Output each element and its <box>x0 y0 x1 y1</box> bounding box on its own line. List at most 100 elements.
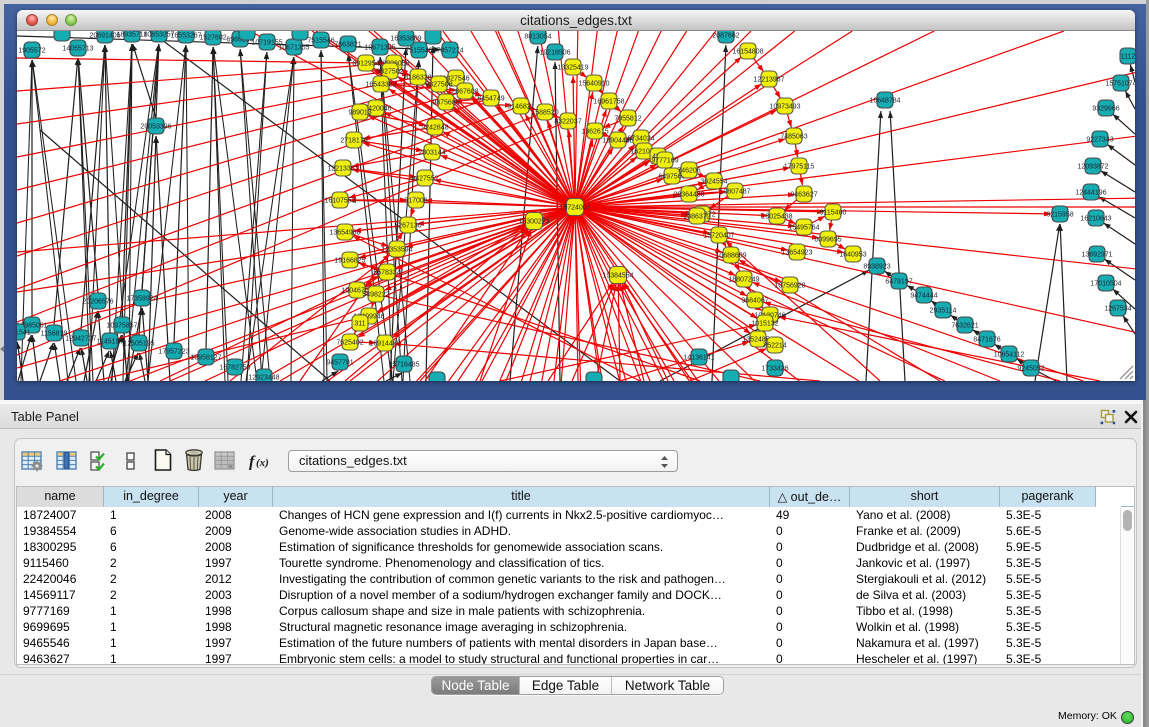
svg-text:2386372: 2386372 <box>683 213 710 220</box>
svg-text:9875685: 9875685 <box>432 99 459 106</box>
svg-text:8454749: 8454749 <box>477 95 504 102</box>
svg-text:17975115: 17975115 <box>784 163 815 170</box>
svg-text:8813054: 8813054 <box>524 33 551 40</box>
svg-text:7857274: 7857274 <box>436 47 463 54</box>
svg-text:17957223: 17957223 <box>158 348 189 355</box>
svg-text:13692971: 13692971 <box>1081 251 1112 258</box>
svg-text:15751074: 15751074 <box>1105 80 1135 87</box>
svg-text:12213383: 12213383 <box>327 165 358 172</box>
svg-text:10688609: 10688609 <box>715 252 746 259</box>
svg-text:17010504: 17010504 <box>1090 280 1121 287</box>
svg-text:16782759: 16782759 <box>219 364 250 371</box>
svg-text:7625402: 7625402 <box>336 339 363 346</box>
svg-text:12505195: 12505195 <box>123 340 154 347</box>
svg-text:16154808: 16154808 <box>732 48 763 55</box>
svg-text:852214: 852214 <box>763 342 786 349</box>
svg-text:7515546: 7515546 <box>307 37 334 44</box>
svg-text:9327508: 9327508 <box>425 81 452 88</box>
svg-text:8322037: 8322037 <box>554 118 581 125</box>
svg-text:2087662: 2087662 <box>712 32 739 39</box>
svg-text:9777169: 9777169 <box>651 157 678 164</box>
svg-text:13654923: 13654923 <box>781 249 812 256</box>
svg-text:10654112: 10654112 <box>994 351 1025 358</box>
svg-text:6099695: 6099695 <box>814 236 841 243</box>
svg-text:10025438: 10025438 <box>761 213 792 220</box>
svg-text:10958127: 10958127 <box>190 354 221 361</box>
svg-text:15716485: 15716485 <box>388 361 419 368</box>
svg-text:9227343: 9227343 <box>1086 136 1113 143</box>
svg-text:16210643: 16210643 <box>1080 215 1111 222</box>
svg-text:15495764: 15495764 <box>788 224 819 231</box>
svg-text:9245052: 9245052 <box>1017 365 1044 372</box>
svg-text:2867608: 2867608 <box>451 88 478 95</box>
svg-text:12093872: 12093872 <box>1077 163 1108 170</box>
svg-text:9463627: 9463627 <box>790 191 817 198</box>
svg-text:1112: 1112 <box>1121 53 1135 60</box>
svg-text:1640953: 1640953 <box>839 251 866 258</box>
svg-text:18807249: 18807249 <box>728 276 759 283</box>
svg-text:19384554: 19384554 <box>602 272 633 279</box>
svg-text:12444196: 12444196 <box>1075 189 1106 196</box>
svg-text:817006: 817006 <box>404 197 427 204</box>
svg-text:989013: 989013 <box>348 109 371 116</box>
svg-text:2935114: 2935114 <box>930 307 957 314</box>
svg-text:12942737: 12942737 <box>65 335 96 342</box>
svg-text:9327502: 9327502 <box>376 68 403 75</box>
svg-text:7515546: 7515546 <box>405 47 432 54</box>
svg-text:12923448: 12923448 <box>248 374 279 381</box>
svg-text:12353594: 12353594 <box>381 246 412 253</box>
svg-text:16914469: 16914469 <box>369 340 400 347</box>
svg-text:1905572: 1905572 <box>18 47 45 54</box>
svg-text:16107553: 16107553 <box>324 197 355 204</box>
svg-text:7632621: 7632621 <box>951 322 978 329</box>
svg-text:7485063: 7485063 <box>780 133 807 140</box>
svg-text:2718170: 2718170 <box>340 137 367 144</box>
svg-text:6734024: 6734024 <box>627 135 654 142</box>
svg-text:12213967: 12213967 <box>753 76 784 83</box>
svg-text:16648784: 16648784 <box>869 97 900 104</box>
svg-text:1527602: 1527602 <box>199 34 226 41</box>
svg-text:1733426: 1733426 <box>761 365 788 372</box>
svg-text:15640910: 15640910 <box>578 80 609 87</box>
svg-text:311: 311 <box>354 320 365 327</box>
svg-text:19166825: 19166825 <box>334 257 365 264</box>
svg-text:20364436: 20364436 <box>673 191 704 198</box>
svg-text:1362615: 1362615 <box>581 128 608 135</box>
svg-text:10973493: 10973493 <box>769 103 800 110</box>
svg-text:8267130: 8267130 <box>394 222 421 229</box>
svg-text:10807487: 10807487 <box>719 188 750 195</box>
svg-text:10671355: 10671355 <box>364 44 395 51</box>
svg-text:13325419: 13325419 <box>557 64 588 71</box>
svg-text:10756928: 10756928 <box>774 282 805 289</box>
svg-text:13654988: 13654988 <box>329 229 360 236</box>
svg-text:10671355: 10671355 <box>278 44 309 51</box>
svg-text:16961758: 16961758 <box>593 98 624 105</box>
svg-text:17359924: 17359924 <box>126 295 157 302</box>
svg-text:16353809: 16353809 <box>390 35 421 42</box>
svg-text:(x): (x) <box>256 457 269 469</box>
svg-text:7955812: 7955812 <box>614 115 641 122</box>
svg-text:5578334: 5578334 <box>373 269 400 276</box>
svg-text:1588520: 1588520 <box>531 109 558 116</box>
svg-text:9457791: 9457791 <box>326 359 353 366</box>
svg-text:3624554: 3624554 <box>700 178 727 185</box>
svg-text:6479197: 6479197 <box>885 278 912 285</box>
svg-text:2803144: 2803144 <box>418 149 445 156</box>
svg-text:8186328: 8186328 <box>404 74 431 81</box>
svg-text:20053396: 20053396 <box>140 123 171 130</box>
svg-text:1267534: 1267534 <box>1104 305 1131 312</box>
svg-text:10975857: 10975857 <box>106 322 137 329</box>
svg-text:3215958: 3215958 <box>1046 211 1073 218</box>
svg-text:16543382: 16543382 <box>365 81 396 88</box>
svg-text:9684067: 9684067 <box>741 297 768 304</box>
svg-text:8938923: 8938923 <box>863 263 890 270</box>
svg-text:14055713: 14055713 <box>62 45 93 52</box>
svg-text:f: f <box>249 454 256 471</box>
svg-text:15300273: 15300273 <box>518 218 549 225</box>
svg-text:9242848: 9242848 <box>421 124 448 131</box>
svg-text:9474444: 9474444 <box>910 292 937 299</box>
svg-text:9115460: 9115460 <box>820 209 847 216</box>
svg-text:15720407: 15720407 <box>703 232 734 239</box>
svg-text:18724007: 18724007 <box>559 204 590 211</box>
svg-text:1015132: 1015132 <box>751 320 778 327</box>
